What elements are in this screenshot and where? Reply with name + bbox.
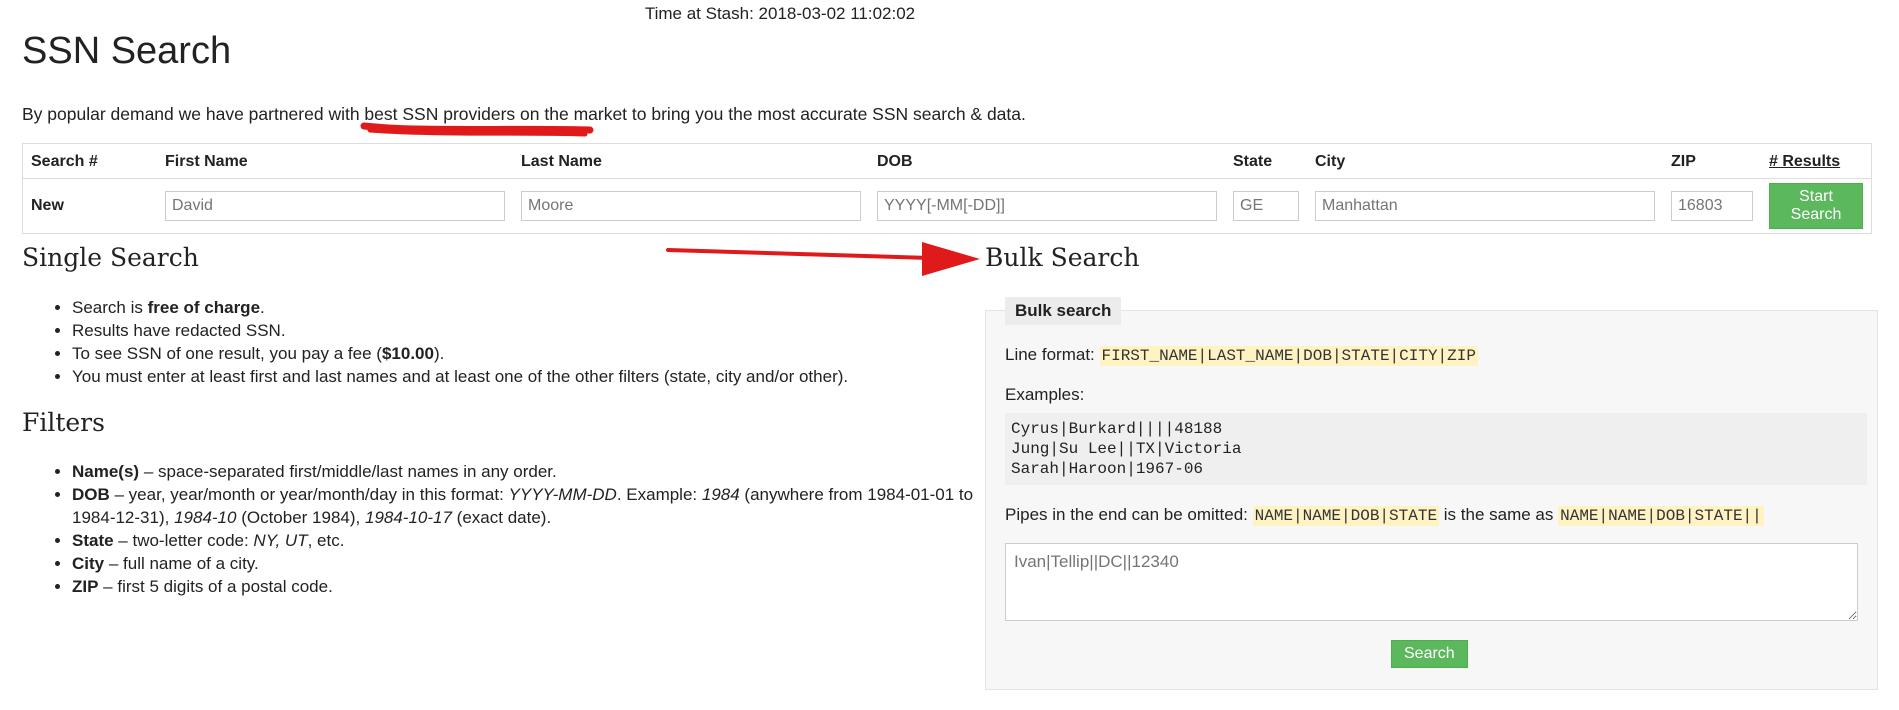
examples-label: Examples: <box>1005 385 1085 404</box>
start-search-button[interactable]: Start Search <box>1769 183 1863 229</box>
filter-item-zip: ZIP – first 5 digits of a postal code. <box>72 575 982 598</box>
col-zip: ZIP <box>1663 143 1761 179</box>
single-search-list: Search is free of charge. Results have r… <box>22 296 972 388</box>
col-dob: DOB <box>869 143 1225 179</box>
list-item: To see SSN of one result, you pay a fee … <box>72 342 972 365</box>
list-item: Search is free of charge. <box>72 296 972 319</box>
filter-item-names: Name(s) – space-separated first/middle/l… <box>72 460 982 483</box>
first-name-input[interactable] <box>165 191 505 221</box>
bulk-search-legend: Bulk search <box>1005 297 1122 325</box>
filter-item-city: City – full name of a city. <box>72 552 982 575</box>
list-item: Results have redacted SSN. <box>72 319 972 342</box>
line-format-code: FIRST_NAME|LAST_NAME|DOB|STATE|CITY|ZIP <box>1099 346 1478 366</box>
line-format-text: Line format: FIRST_NAME|LAST_NAME|DOB|ST… <box>1005 345 1478 366</box>
dob-input[interactable] <box>877 191 1217 221</box>
zip-input[interactable] <box>1671 191 1753 221</box>
page-title: SSN Search <box>22 30 232 72</box>
pipes-note: Pipes in the end can be omitted: NAME|NA… <box>1005 505 1764 526</box>
search-table: Search # First Name Last Name DOB State … <box>22 143 1872 234</box>
bulk-search-button[interactable]: Search <box>1391 640 1468 668</box>
list-item: You must enter at least first and last n… <box>72 365 972 388</box>
filters-title: Filters <box>22 408 105 437</box>
city-input[interactable] <box>1315 191 1655 221</box>
col-first-name: First Name <box>157 143 513 179</box>
row-label-new: New <box>31 197 64 214</box>
col-city: City <box>1307 143 1663 179</box>
filters-list: Name(s) – space-separated first/middle/l… <box>22 460 982 598</box>
state-input[interactable] <box>1233 191 1299 221</box>
col-results[interactable]: # Results <box>1761 143 1872 179</box>
time-label: Time at Stash: 2018-03-02 11:02:02 <box>644 4 916 23</box>
col-search-num: Search # <box>22 143 157 179</box>
last-name-input[interactable] <box>521 191 861 221</box>
intro-text: By popular demand we have partnered with… <box>22 104 1026 124</box>
search-table-header-row: Search # First Name Last Name DOB State … <box>22 143 1872 179</box>
search-table-row: New Start Search <box>23 179 1872 234</box>
col-last-name: Last Name <box>513 143 869 179</box>
bulk-search-panel <box>985 310 1878 690</box>
filter-item-state: State – two-letter code: NY, UT, etc. <box>72 529 982 552</box>
examples-block: Cyrus|Burkard||||48188 Jung|Su Lee||TX|V… <box>1005 413 1867 485</box>
single-search-title: Single Search <box>22 243 199 272</box>
filter-item-dob: DOB – year, year/month or year/month/day… <box>72 483 982 529</box>
col-state: State <box>1225 143 1307 179</box>
red-arrow-annotation <box>666 242 980 276</box>
bulk-search-textarea[interactable] <box>1005 543 1858 621</box>
bulk-search-title: Bulk Search <box>985 243 1140 272</box>
